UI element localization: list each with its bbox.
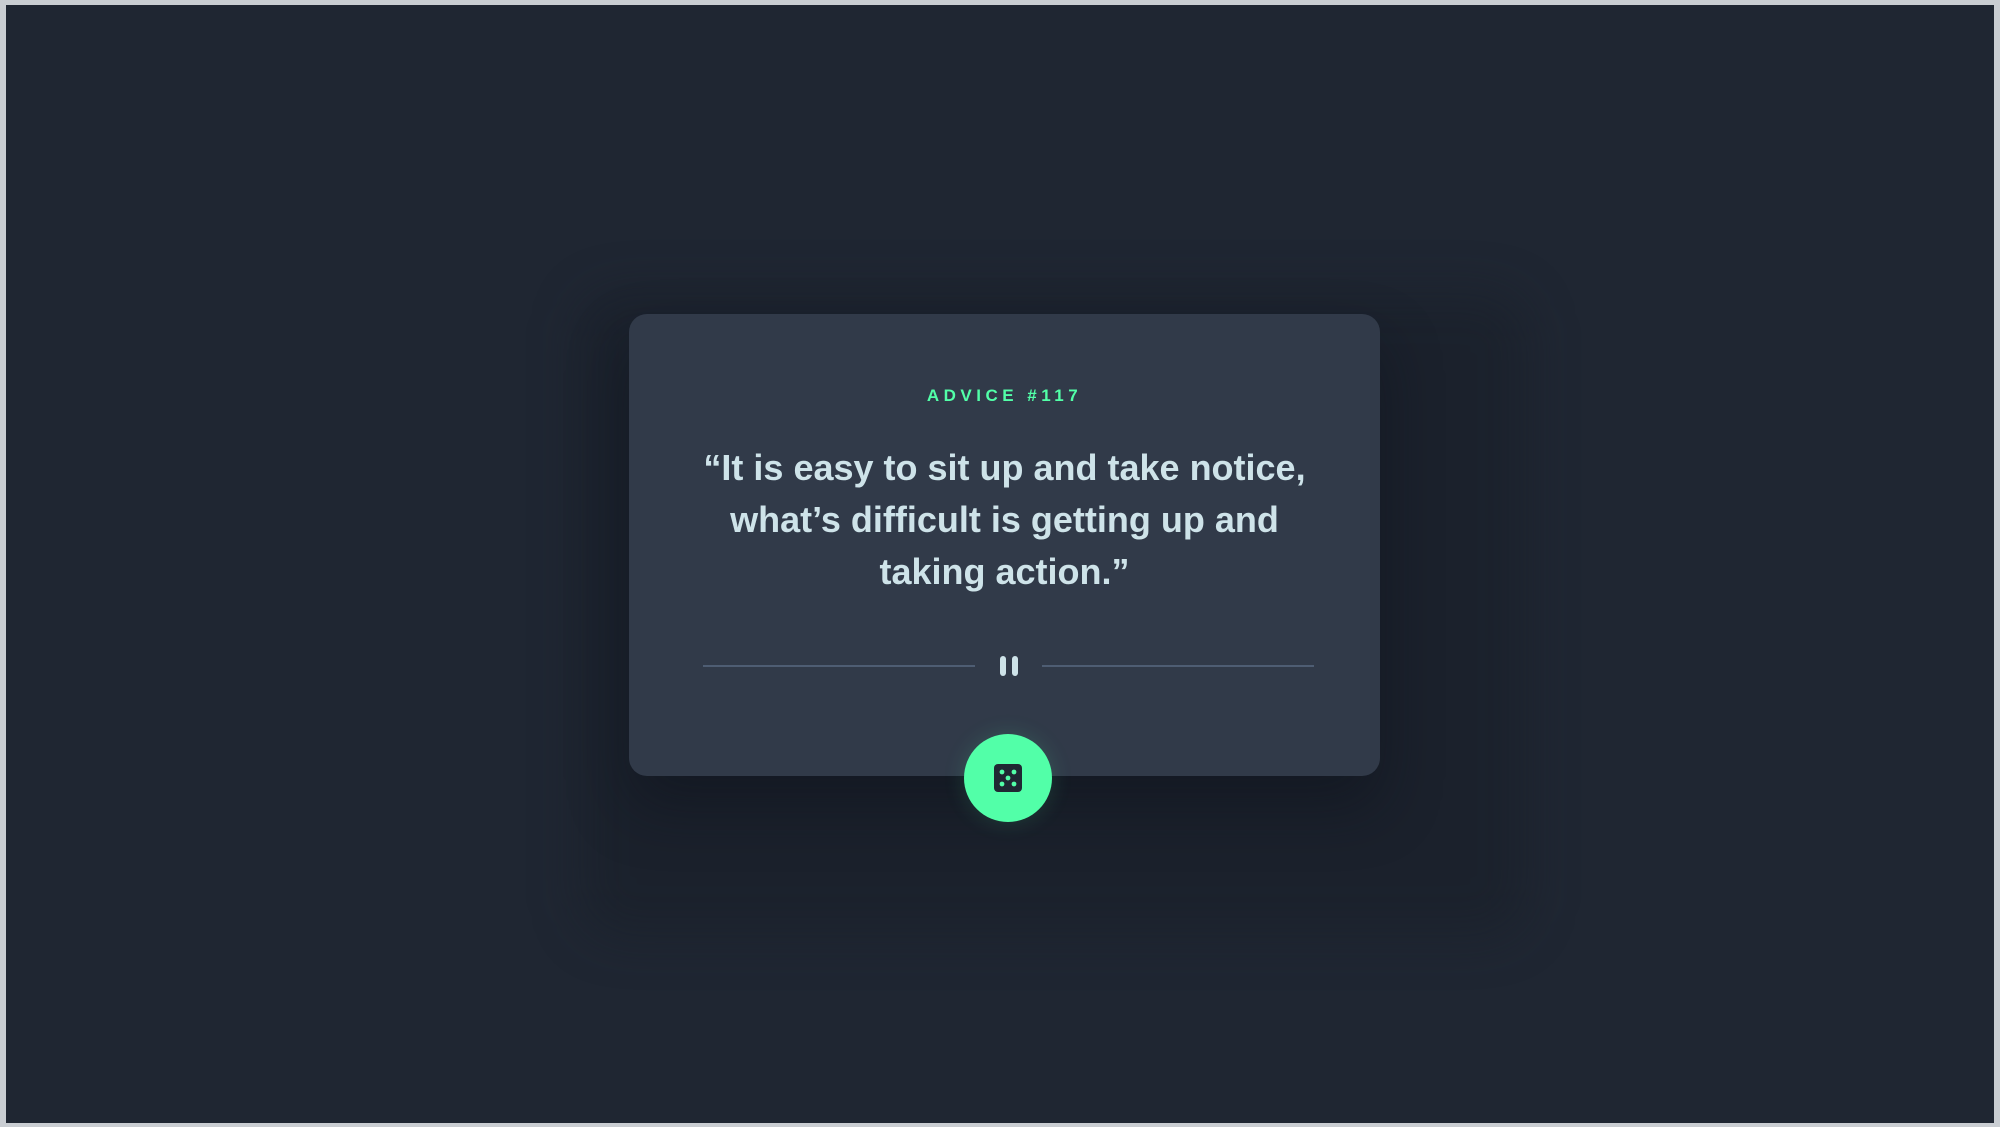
app-frame: ADVICE #117 “It is easy to sit up and ta…: [6, 5, 1994, 1123]
pattern-divider: [703, 654, 1314, 678]
generate-advice-button[interactable]: [964, 734, 1052, 822]
divider-line-left: [703, 665, 975, 667]
pause-icon: [999, 656, 1018, 676]
divider-line-right: [1042, 665, 1314, 667]
advice-number: ADVICE #117: [926, 386, 1083, 405]
dice-icon: [994, 764, 1022, 792]
advice-quote: “It is easy to sit up and take notice, w…: [703, 447, 1306, 592]
advice-card: ADVICE #117 “It is easy to sit up and ta…: [629, 314, 1380, 776]
